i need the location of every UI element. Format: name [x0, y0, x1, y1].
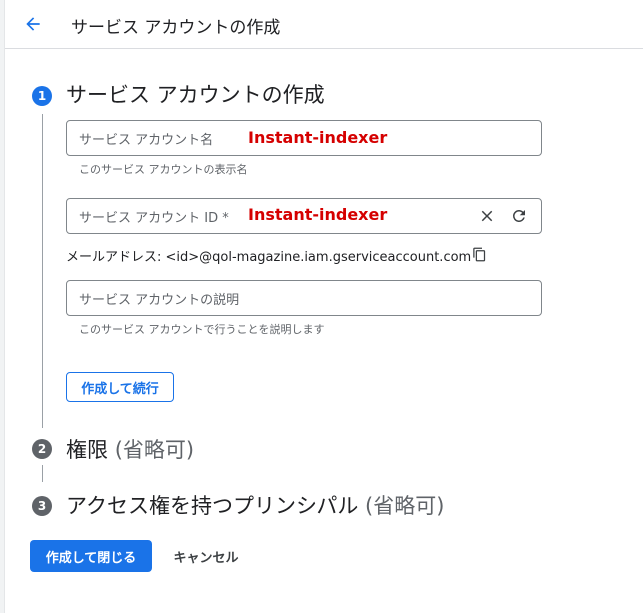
account-name-annotation: Instant-indexer	[248, 128, 388, 147]
arrow-back-icon	[26, 17, 40, 31]
back-button[interactable]	[21, 12, 45, 36]
clear-icon	[481, 210, 493, 222]
service-account-email: メールアドレス: <id>@qol-magazine.iam.gservicea…	[66, 250, 472, 265]
clear-button[interactable]	[477, 206, 497, 226]
step-3-title[interactable]: アクセス権を持つプリンシパル (省略可)	[66, 490, 444, 520]
account-description-placeholder: サービス アカウントの説明	[79, 293, 240, 308]
step-connector-1	[42, 114, 43, 428]
step-3-title-text: アクセス権を持つプリンシパル	[66, 494, 359, 518]
step-2-title[interactable]: 権限 (省略可)	[66, 434, 194, 464]
create-and-close-button[interactable]: 作成して閉じる	[30, 540, 152, 572]
step-1-title: サービス アカウントの作成	[66, 79, 325, 109]
step-2-optional: (省略可)	[114, 438, 195, 462]
step-1-title-text: サービス アカウントの作成	[66, 83, 325, 107]
account-id-field[interactable]: サービス アカウント ID * Instant-indexer	[66, 198, 542, 234]
step-1-number: 1	[32, 86, 52, 106]
cancel-button[interactable]: キャンセル	[165, 540, 247, 572]
copy-email-button[interactable]	[469, 244, 489, 264]
step-3-number: 3	[32, 496, 52, 516]
account-description-hint: このサービス アカウントで行うことを説明します	[79, 323, 325, 336]
step-3-optional: (省略可)	[365, 494, 445, 518]
create-and-continue-button[interactable]: 作成して続行	[66, 372, 174, 402]
account-name-field[interactable]: サービス アカウント名 Instant-indexer	[66, 120, 542, 156]
account-name-hint: このサービス アカウントの表示名	[79, 163, 248, 176]
regenerate-button[interactable]	[509, 206, 529, 226]
refresh-icon	[512, 209, 525, 222]
step-2-title-text: 権限	[66, 438, 108, 462]
account-name-placeholder: サービス アカウント名	[79, 133, 214, 148]
step-connector-2	[42, 465, 43, 482]
step-2-number: 2	[32, 439, 52, 459]
account-description-field[interactable]: サービス アカウントの説明	[66, 280, 542, 316]
service-account-panel: サービス アカウントの作成 1 サービス アカウントの作成 サービス アカウント…	[4, 0, 643, 613]
copy-icon	[472, 247, 485, 261]
page-header: サービス アカウントの作成	[5, 0, 643, 49]
page-title: サービス アカウントの作成	[71, 18, 281, 38]
account-id-annotation: Instant-indexer	[248, 205, 388, 224]
account-id-placeholder: サービス アカウント ID *	[79, 211, 229, 226]
